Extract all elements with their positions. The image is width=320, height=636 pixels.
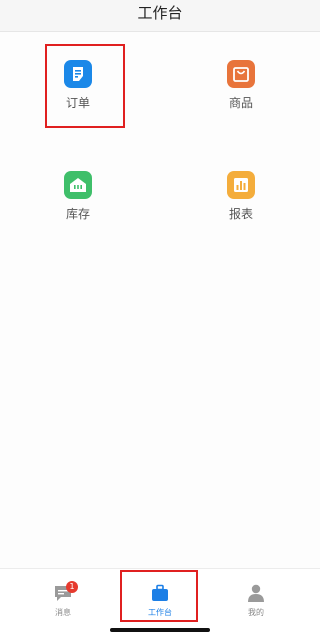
tab-label: 我的 (248, 608, 264, 617)
page-title: 工作台 (137, 4, 183, 22)
header-bar: 工作台 (0, 0, 320, 32)
home-indicator (110, 628, 210, 632)
tab-workbench[interactable]: 工作台 (125, 577, 195, 617)
briefcase-icon (150, 583, 170, 603)
report-chart-icon (227, 171, 255, 199)
grid-item-label: 订单 (65, 96, 90, 110)
grid-item-label: 库存 (65, 207, 90, 221)
grid-item-products[interactable]: 商品 (201, 60, 281, 140)
bottom-tab-bar: 1 消息 工作台 我的 (0, 568, 320, 636)
grid-item-orders[interactable]: 订单 (38, 60, 118, 140)
order-icon (64, 60, 92, 88)
grid-item-inventory[interactable]: 库存 (38, 171, 118, 251)
profile-icon (246, 583, 266, 603)
tab-profile[interactable]: 我的 (221, 577, 291, 617)
grid-item-label: 报表 (228, 207, 253, 221)
workbench-grid: 订单 商品 库存 报表 (0, 32, 320, 568)
tab-messages[interactable]: 1 消息 (28, 577, 98, 617)
shopping-bag-icon (227, 60, 255, 88)
grid-item-label: 商品 (228, 96, 253, 110)
tab-label: 消息 (55, 608, 71, 617)
unread-badge: 1 (66, 581, 78, 593)
tab-label: 工作台 (148, 608, 172, 617)
warehouse-icon (64, 171, 92, 199)
grid-item-reports[interactable]: 报表 (201, 171, 281, 251)
